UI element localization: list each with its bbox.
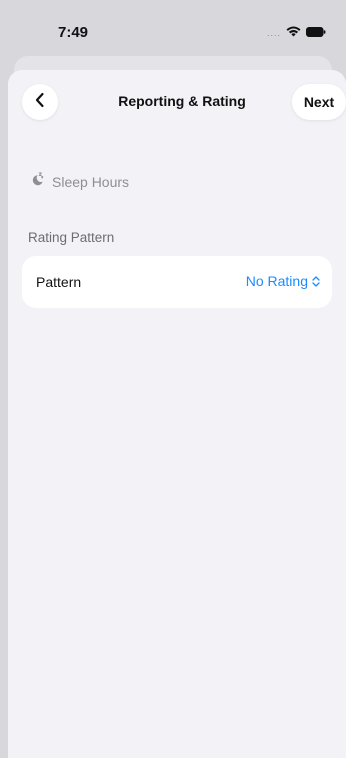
- modal-sheet: Reporting & Rating Next Sleep Hours Rati…: [8, 70, 346, 758]
- status-icons: ....: [267, 25, 326, 38]
- metric-label: Sleep Hours: [52, 173, 130, 190]
- pattern-value: No Rating: [245, 273, 308, 289]
- page-title: Reporting & Rating: [118, 93, 246, 109]
- metric-row: Sleep Hours: [30, 172, 129, 191]
- cellular-signal-indicator: ....: [266, 28, 281, 38]
- wifi-icon: [286, 26, 301, 37]
- pattern-row[interactable]: Pattern No Rating: [22, 256, 332, 308]
- status-time: 7:49: [58, 24, 89, 41]
- next-button[interactable]: Next: [292, 84, 346, 120]
- chevron-up-down-icon: [312, 275, 320, 287]
- pattern-label: Pattern: [36, 274, 82, 290]
- chevron-left-icon: [34, 92, 46, 113]
- pattern-picker[interactable]: No Rating: [246, 273, 320, 289]
- navigation-bar: Reporting & Rating Next: [8, 70, 346, 132]
- back-button[interactable]: [22, 84, 58, 120]
- sleep-moon-icon: [30, 172, 44, 191]
- section-header: Rating Pattern: [28, 230, 115, 245]
- battery-icon: [306, 26, 326, 37]
- status-bar: 7:49 ....: [0, 0, 346, 64]
